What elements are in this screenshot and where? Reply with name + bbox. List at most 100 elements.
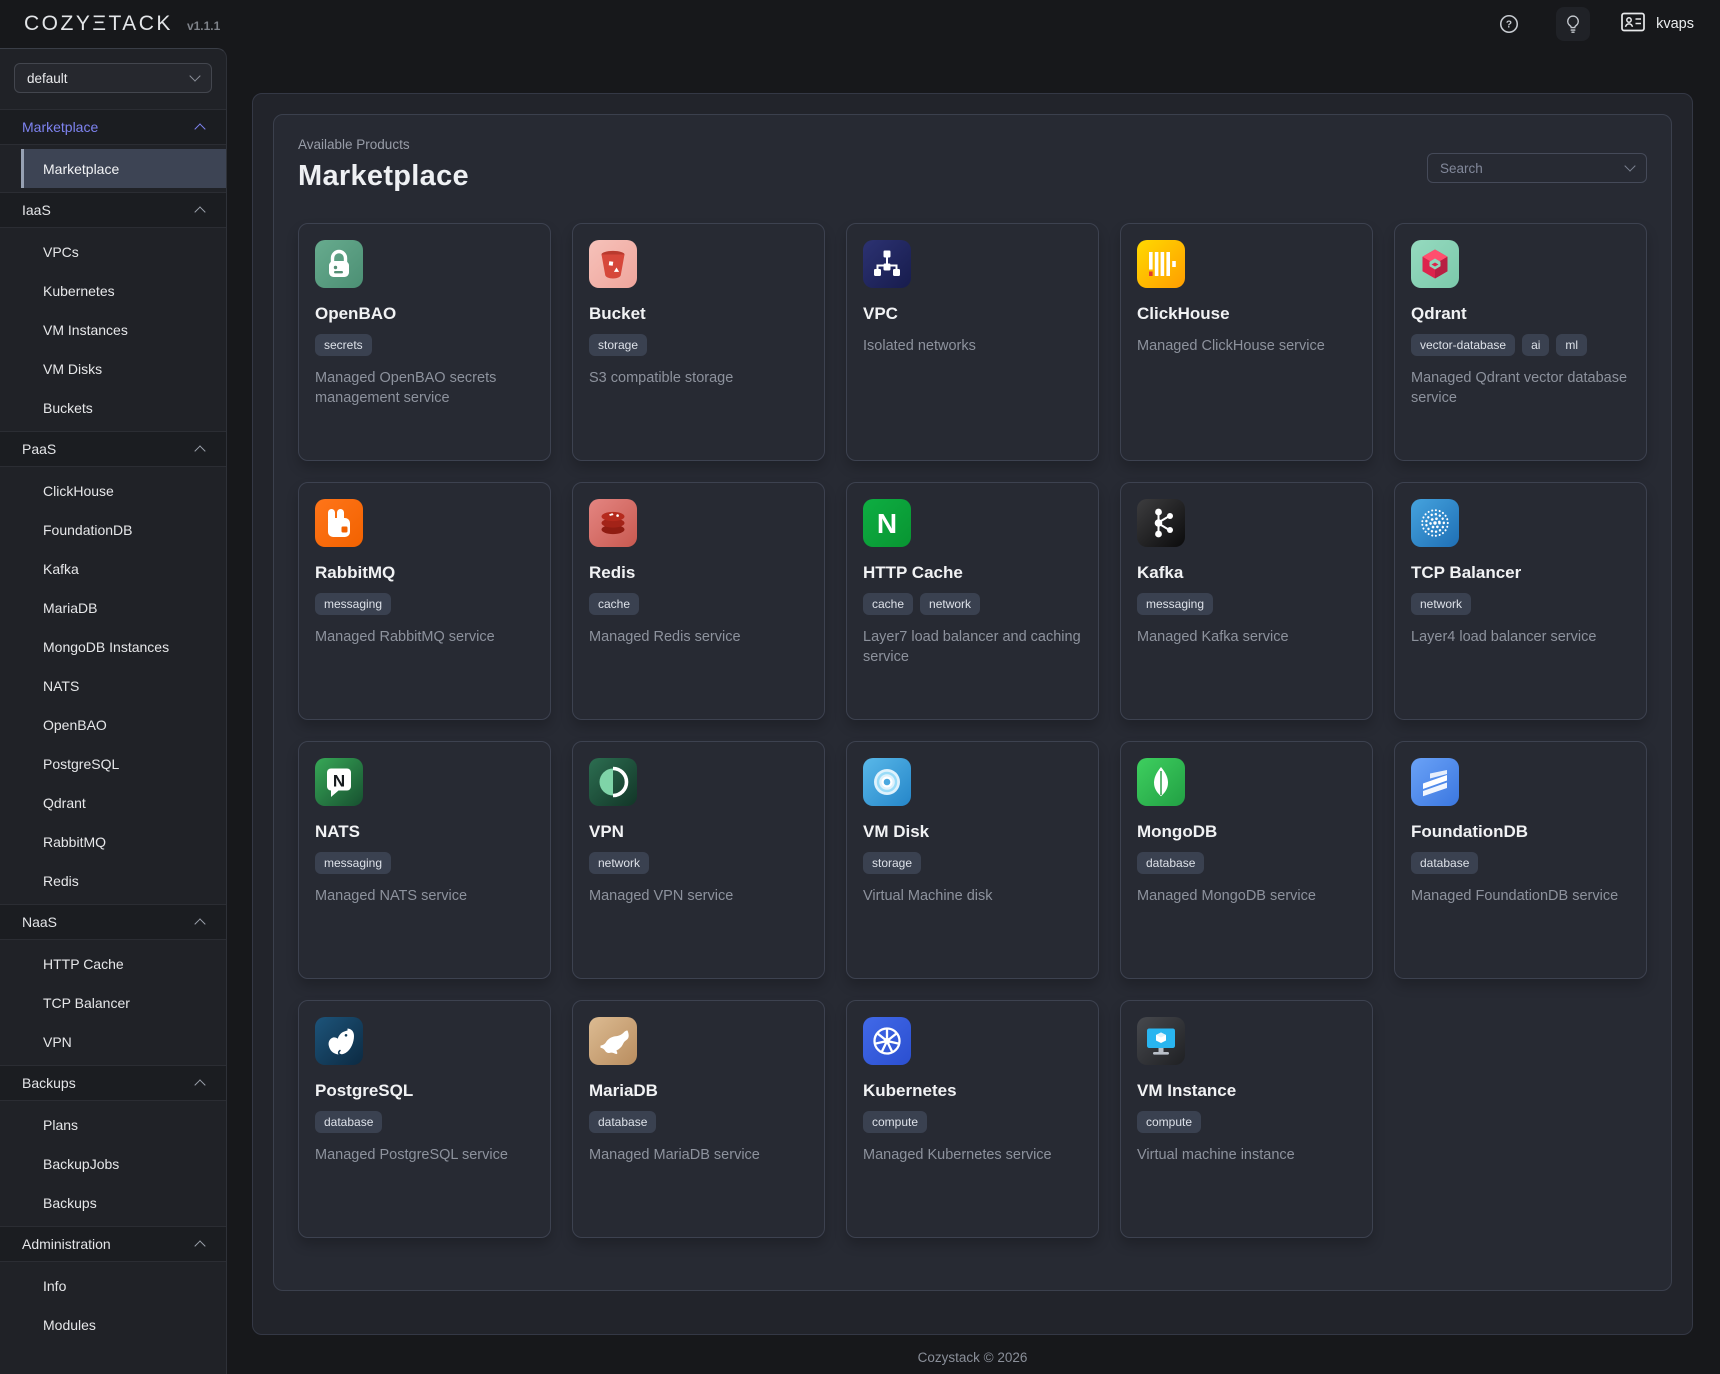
sidebar-item-rabbitmq[interactable]: RabbitMQ [0,822,226,861]
product-card-vpc[interactable]: VPC Isolated networks [846,223,1099,461]
product-card-mariadb[interactable]: MariaDB database Managed MariaDB service [572,1000,825,1238]
sidebar-item-label: Modules [43,1317,96,1333]
product-description: Managed MongoDB service [1137,886,1356,906]
sidebar-section-items: ClickHouse FoundationDB Kafka MariaDB Mo… [0,467,226,904]
sidebar-item-kafka[interactable]: Kafka [0,549,226,588]
product-card-foundationdb[interactable]: FoundationDB database Managed Foundation… [1394,741,1647,979]
product-tags: cache network [863,593,1082,615]
sidebar-section-marketplace[interactable]: Marketplace [0,109,226,145]
product-card-openbao[interactable]: OpenBAO secrets Managed OpenBAO secrets … [298,223,551,461]
product-card-qdrant[interactable]: Qdrant vector-databaseaiml Managed Qdran… [1394,223,1647,461]
sidebar-item-vpcs[interactable]: VPCs [0,232,226,271]
product-description: Managed Redis service [589,627,808,647]
sidebar-item-qdrant[interactable]: Qdrant [0,783,226,822]
product-card-postgresql[interactable]: PostgreSQL database Managed PostgreSQL s… [298,1000,551,1238]
sidebar-section-paas[interactable]: PaaS [0,431,226,467]
sidebar-section-label: PaaS [22,441,56,457]
sidebar-item-mongodb-instances[interactable]: MongoDB Instances [0,627,226,666]
product-card-vpn[interactable]: VPN network Managed VPN service [572,741,825,979]
search-box[interactable] [1427,153,1647,183]
sidebar-item-postgresql[interactable]: PostgreSQL [0,744,226,783]
product-description: Managed NATS service [315,886,534,906]
sidebar-item-label: NATS [43,678,79,694]
tag-storage: storage [589,334,647,356]
product-card-rabbitmq[interactable]: RabbitMQ messaging Managed RabbitMQ serv… [298,482,551,720]
sidebar-item-foundationdb[interactable]: FoundationDB [0,510,226,549]
tag-database: database [589,1111,656,1133]
product-card-kafka[interactable]: Kafka messaging Managed Kafka service [1120,482,1373,720]
product-card-http-cache[interactable]: N HTTP Cache cachenetwork Layer7 load ba… [846,482,1099,720]
product-tags: database [315,1111,534,1133]
sidebar-section-backups[interactable]: Backups [0,1065,226,1101]
chevron-up-icon [194,206,205,217]
product-tags: compute [863,1111,1082,1133]
product-card-vm-disk[interactable]: VM Disk storage Virtual Machine disk [846,741,1099,979]
product-name: TCP Balancer [1411,563,1630,583]
sidebar-item-info[interactable]: Info [0,1266,226,1305]
vmdisk-icon [863,758,911,806]
product-name: MongoDB [1137,822,1356,842]
sidebar-item-label: ClickHouse [43,483,114,499]
product-card-tcp-balancer[interactable]: TCP Balancer network Layer4 load balance… [1394,482,1647,720]
product-card-clickhouse[interactable]: ClickHouse Managed ClickHouse service [1120,223,1373,461]
sidebar-section-naas[interactable]: NaaS [0,904,226,940]
qdrant-icon [1411,240,1459,288]
sidebar-item-vm-disks[interactable]: VM Disks [0,349,226,388]
product-card-redis[interactable]: Redis cache Managed Redis service [572,482,825,720]
product-card-vm-instance[interactable]: VM Instance compute Virtual machine inst… [1120,1000,1373,1238]
product-name: ClickHouse [1137,304,1356,324]
sidebar-item-vm-instances[interactable]: VM Instances [0,310,226,349]
product-description: Managed MariaDB service [589,1145,808,1165]
sidebar-item-plans[interactable]: Plans [0,1105,226,1144]
tag-compute: compute [863,1111,927,1133]
sidebar-item-redis[interactable]: Redis [0,861,226,900]
username: kvaps [1656,16,1694,32]
product-description: Managed Kafka service [1137,627,1356,647]
svg-text:N: N [333,772,345,791]
sidebar-section-administration[interactable]: Administration [0,1226,226,1262]
tag-network: network [1411,593,1471,615]
sidebar-item-label: Info [43,1278,66,1294]
chevron-down-icon [1624,160,1635,171]
product-tags: compute [1137,1111,1356,1133]
product-card-kubernetes[interactable]: Kubernetes compute Managed Kubernetes se… [846,1000,1099,1238]
sidebar-item-label: Redis [43,873,79,889]
chevron-up-icon [194,1240,205,1251]
product-card-nats[interactable]: N NATS messaging Managed NATS service [298,741,551,979]
product-name: OpenBAO [315,304,534,324]
search-input[interactable] [1440,161,1618,176]
product-description: Managed VPN service [589,886,808,906]
lightbulb-icon[interactable] [1556,7,1590,41]
help-icon[interactable]: ? [1492,7,1526,41]
sidebar-item-modules[interactable]: Modules [0,1305,226,1344]
sidebar-item-label: Backups [43,1195,97,1211]
sidebar-item-mariadb[interactable]: MariaDB [0,588,226,627]
tag-cache: cache [863,593,913,615]
sidebar-item-kubernetes[interactable]: Kubernetes [0,271,226,310]
sidebar-item-backups[interactable]: Backups [0,1183,226,1222]
product-card-mongodb[interactable]: MongoDB database Managed MongoDB service [1120,741,1373,979]
sidebar-section-iaas[interactable]: IaaS [0,192,226,228]
sidebar-item-http-cache[interactable]: HTTP Cache [0,944,226,983]
tag-messaging: messaging [315,852,391,874]
sidebar-item-backupjobs[interactable]: BackupJobs [0,1144,226,1183]
sidebar-item-vpn[interactable]: VPN [0,1022,226,1061]
tenant-select[interactable]: default [14,63,212,93]
product-name: Bucket [589,304,808,324]
sidebar-item-label: OpenBAO [43,717,107,733]
product-tags: network [589,852,808,874]
product-tags: messaging [315,852,534,874]
sidebar-item-nats[interactable]: NATS [0,666,226,705]
sidebar-item-clickhouse[interactable]: ClickHouse [0,471,226,510]
tag-vector-database: vector-database [1411,334,1515,356]
tag-network: network [920,593,980,615]
mariadb-icon [589,1017,637,1065]
sidebar-item-marketplace[interactable]: Marketplace [21,149,226,188]
product-card-bucket[interactable]: Bucket storage S3 compatible storage [572,223,825,461]
sidebar-item-tcp-balancer[interactable]: TCP Balancer [0,983,226,1022]
sidebar-item-buckets[interactable]: Buckets [0,388,226,427]
bucket-icon [589,240,637,288]
mongodb-icon [1137,758,1185,806]
user-menu[interactable]: kvaps [1620,11,1694,38]
sidebar-item-openbao[interactable]: OpenBAO [0,705,226,744]
